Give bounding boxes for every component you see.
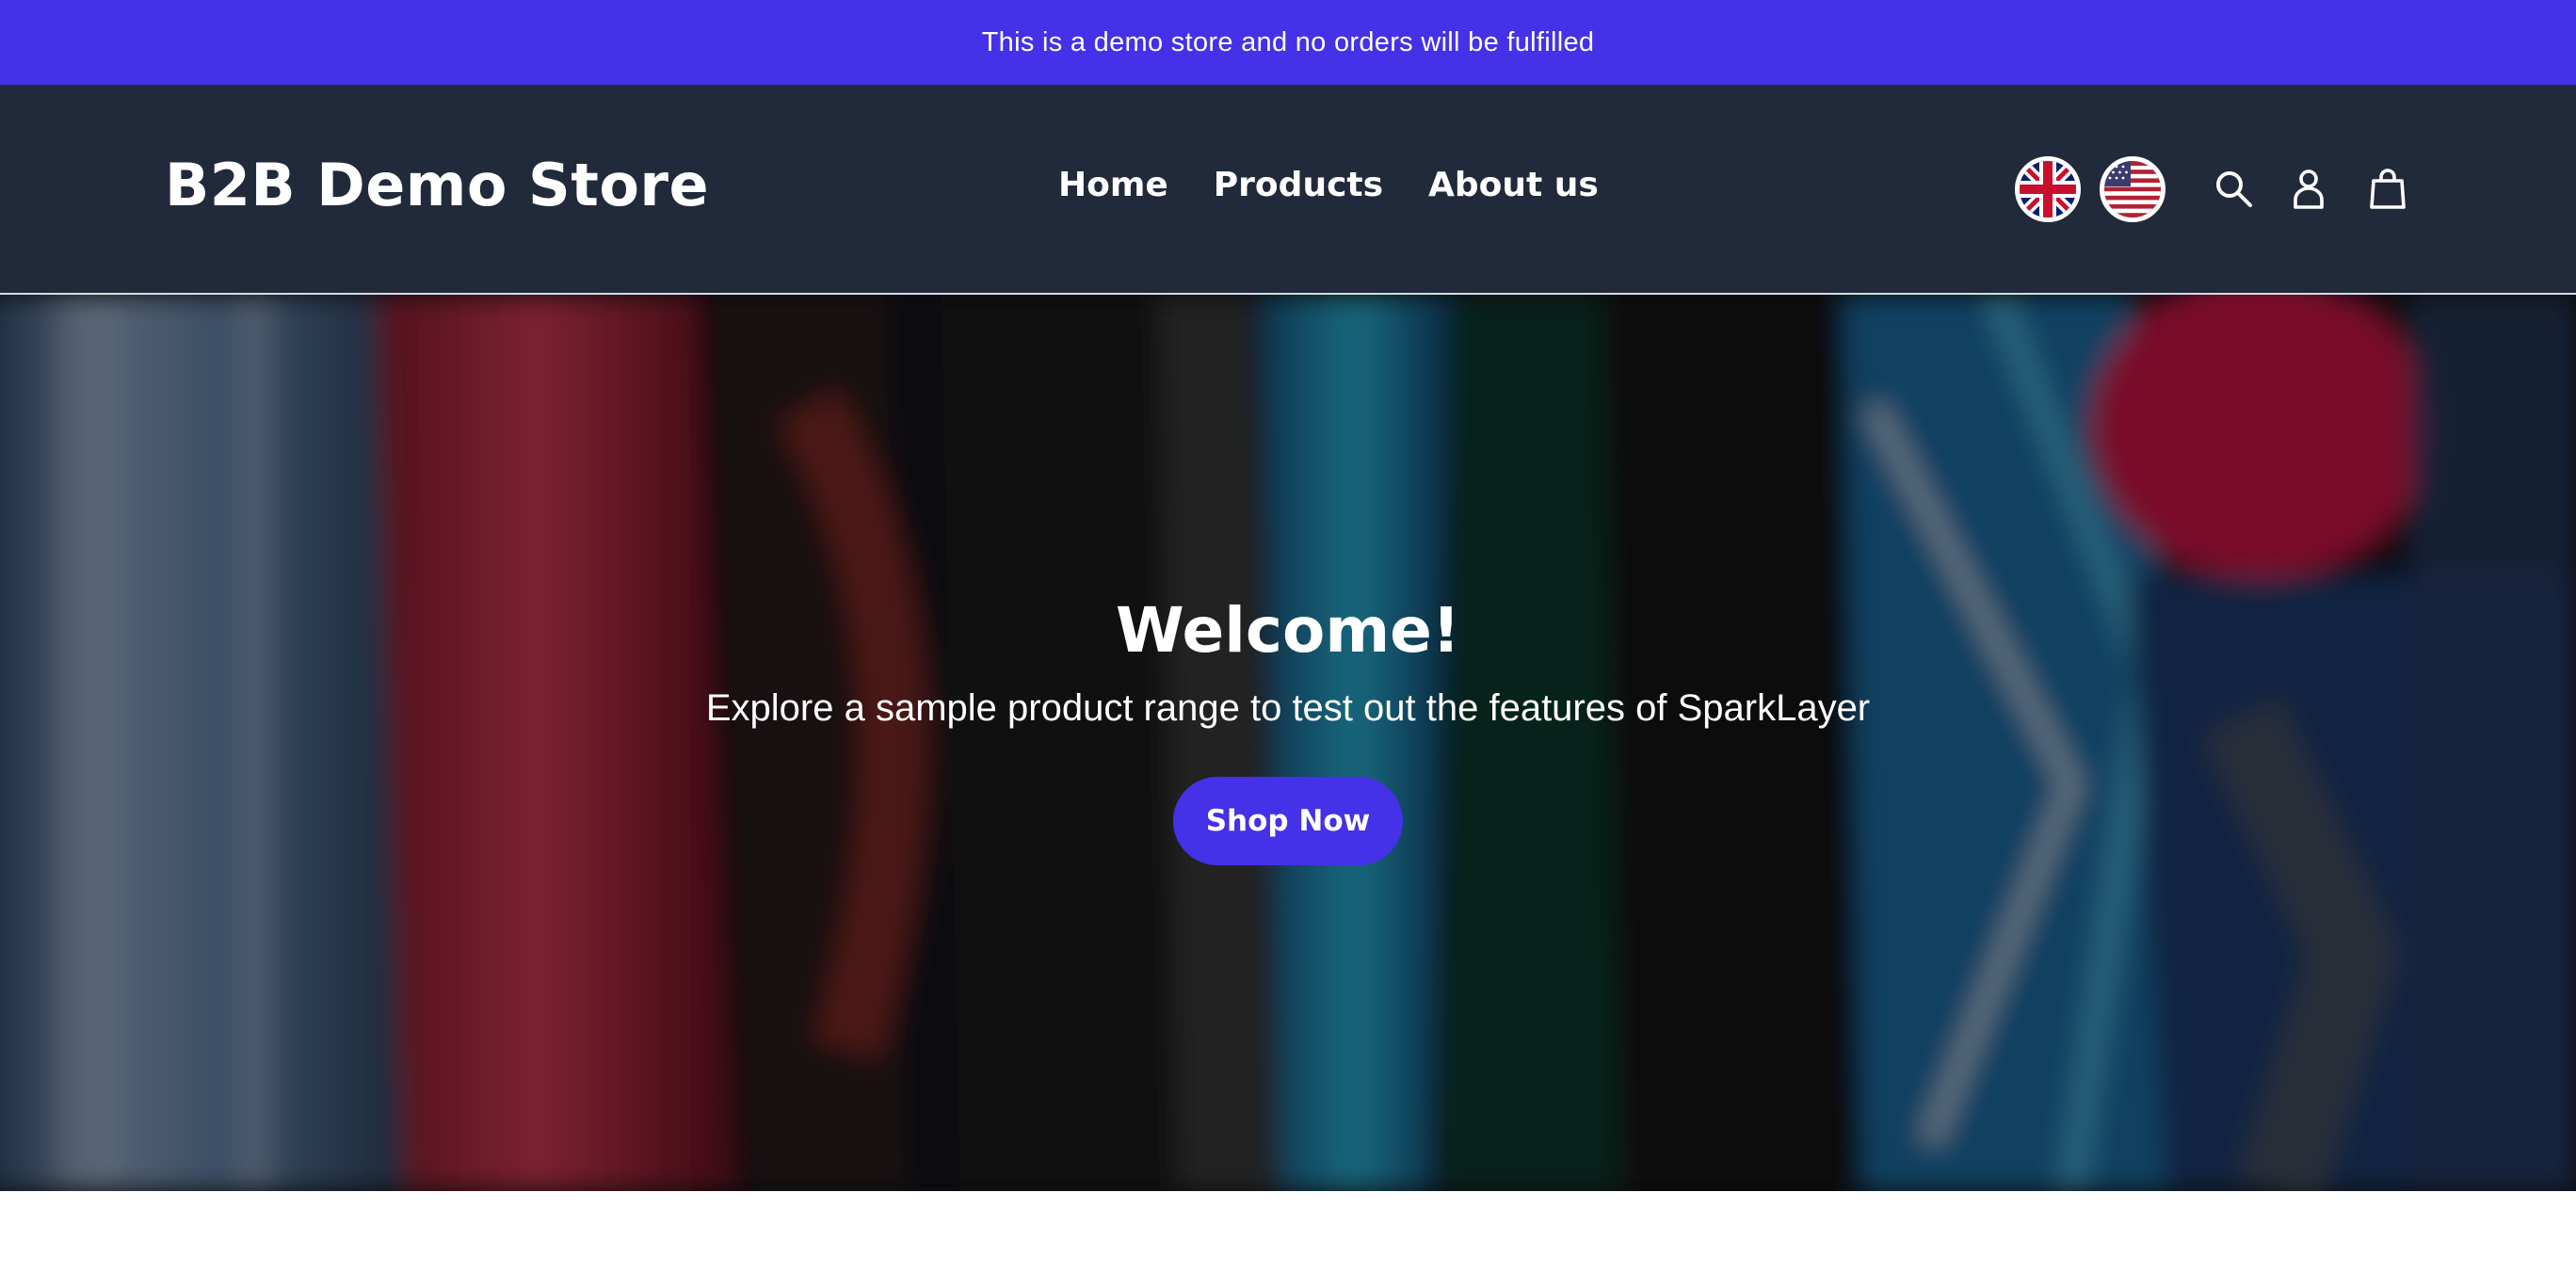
page-content-area — [0, 1191, 2576, 1273]
shop-now-button[interactable]: Shop Now — [1173, 777, 1403, 865]
announcement-text: This is a demo store and no orders will … — [981, 26, 1595, 57]
hero-title: Welcome! — [1116, 594, 1460, 667]
announcement-bar: This is a demo store and no orders will … — [0, 0, 2576, 85]
search-icon[interactable] — [2211, 166, 2256, 211]
main-nav: Home Products About us — [1058, 166, 1599, 204]
us-flag-icon[interactable] — [2100, 156, 2165, 222]
nav-products[interactable]: Products — [1214, 166, 1383, 204]
cart-icon[interactable] — [2365, 166, 2410, 211]
nav-about-us[interactable]: About us — [1428, 166, 1599, 204]
uk-flag-icon[interactable] — [2015, 156, 2081, 222]
hero-content: Welcome! Explore a sample product range … — [0, 295, 2576, 1191]
account-icon[interactable] — [2286, 166, 2331, 211]
hero-banner: Welcome! Explore a sample product range … — [0, 295, 2576, 1191]
hero-subtitle: Explore a sample product range to test o… — [705, 687, 1871, 729]
store-logo[interactable]: B2B Demo Store — [165, 151, 709, 219]
site-header: B2B Demo Store Home Products About us — [0, 85, 2576, 295]
nav-home[interactable]: Home — [1058, 166, 1168, 204]
